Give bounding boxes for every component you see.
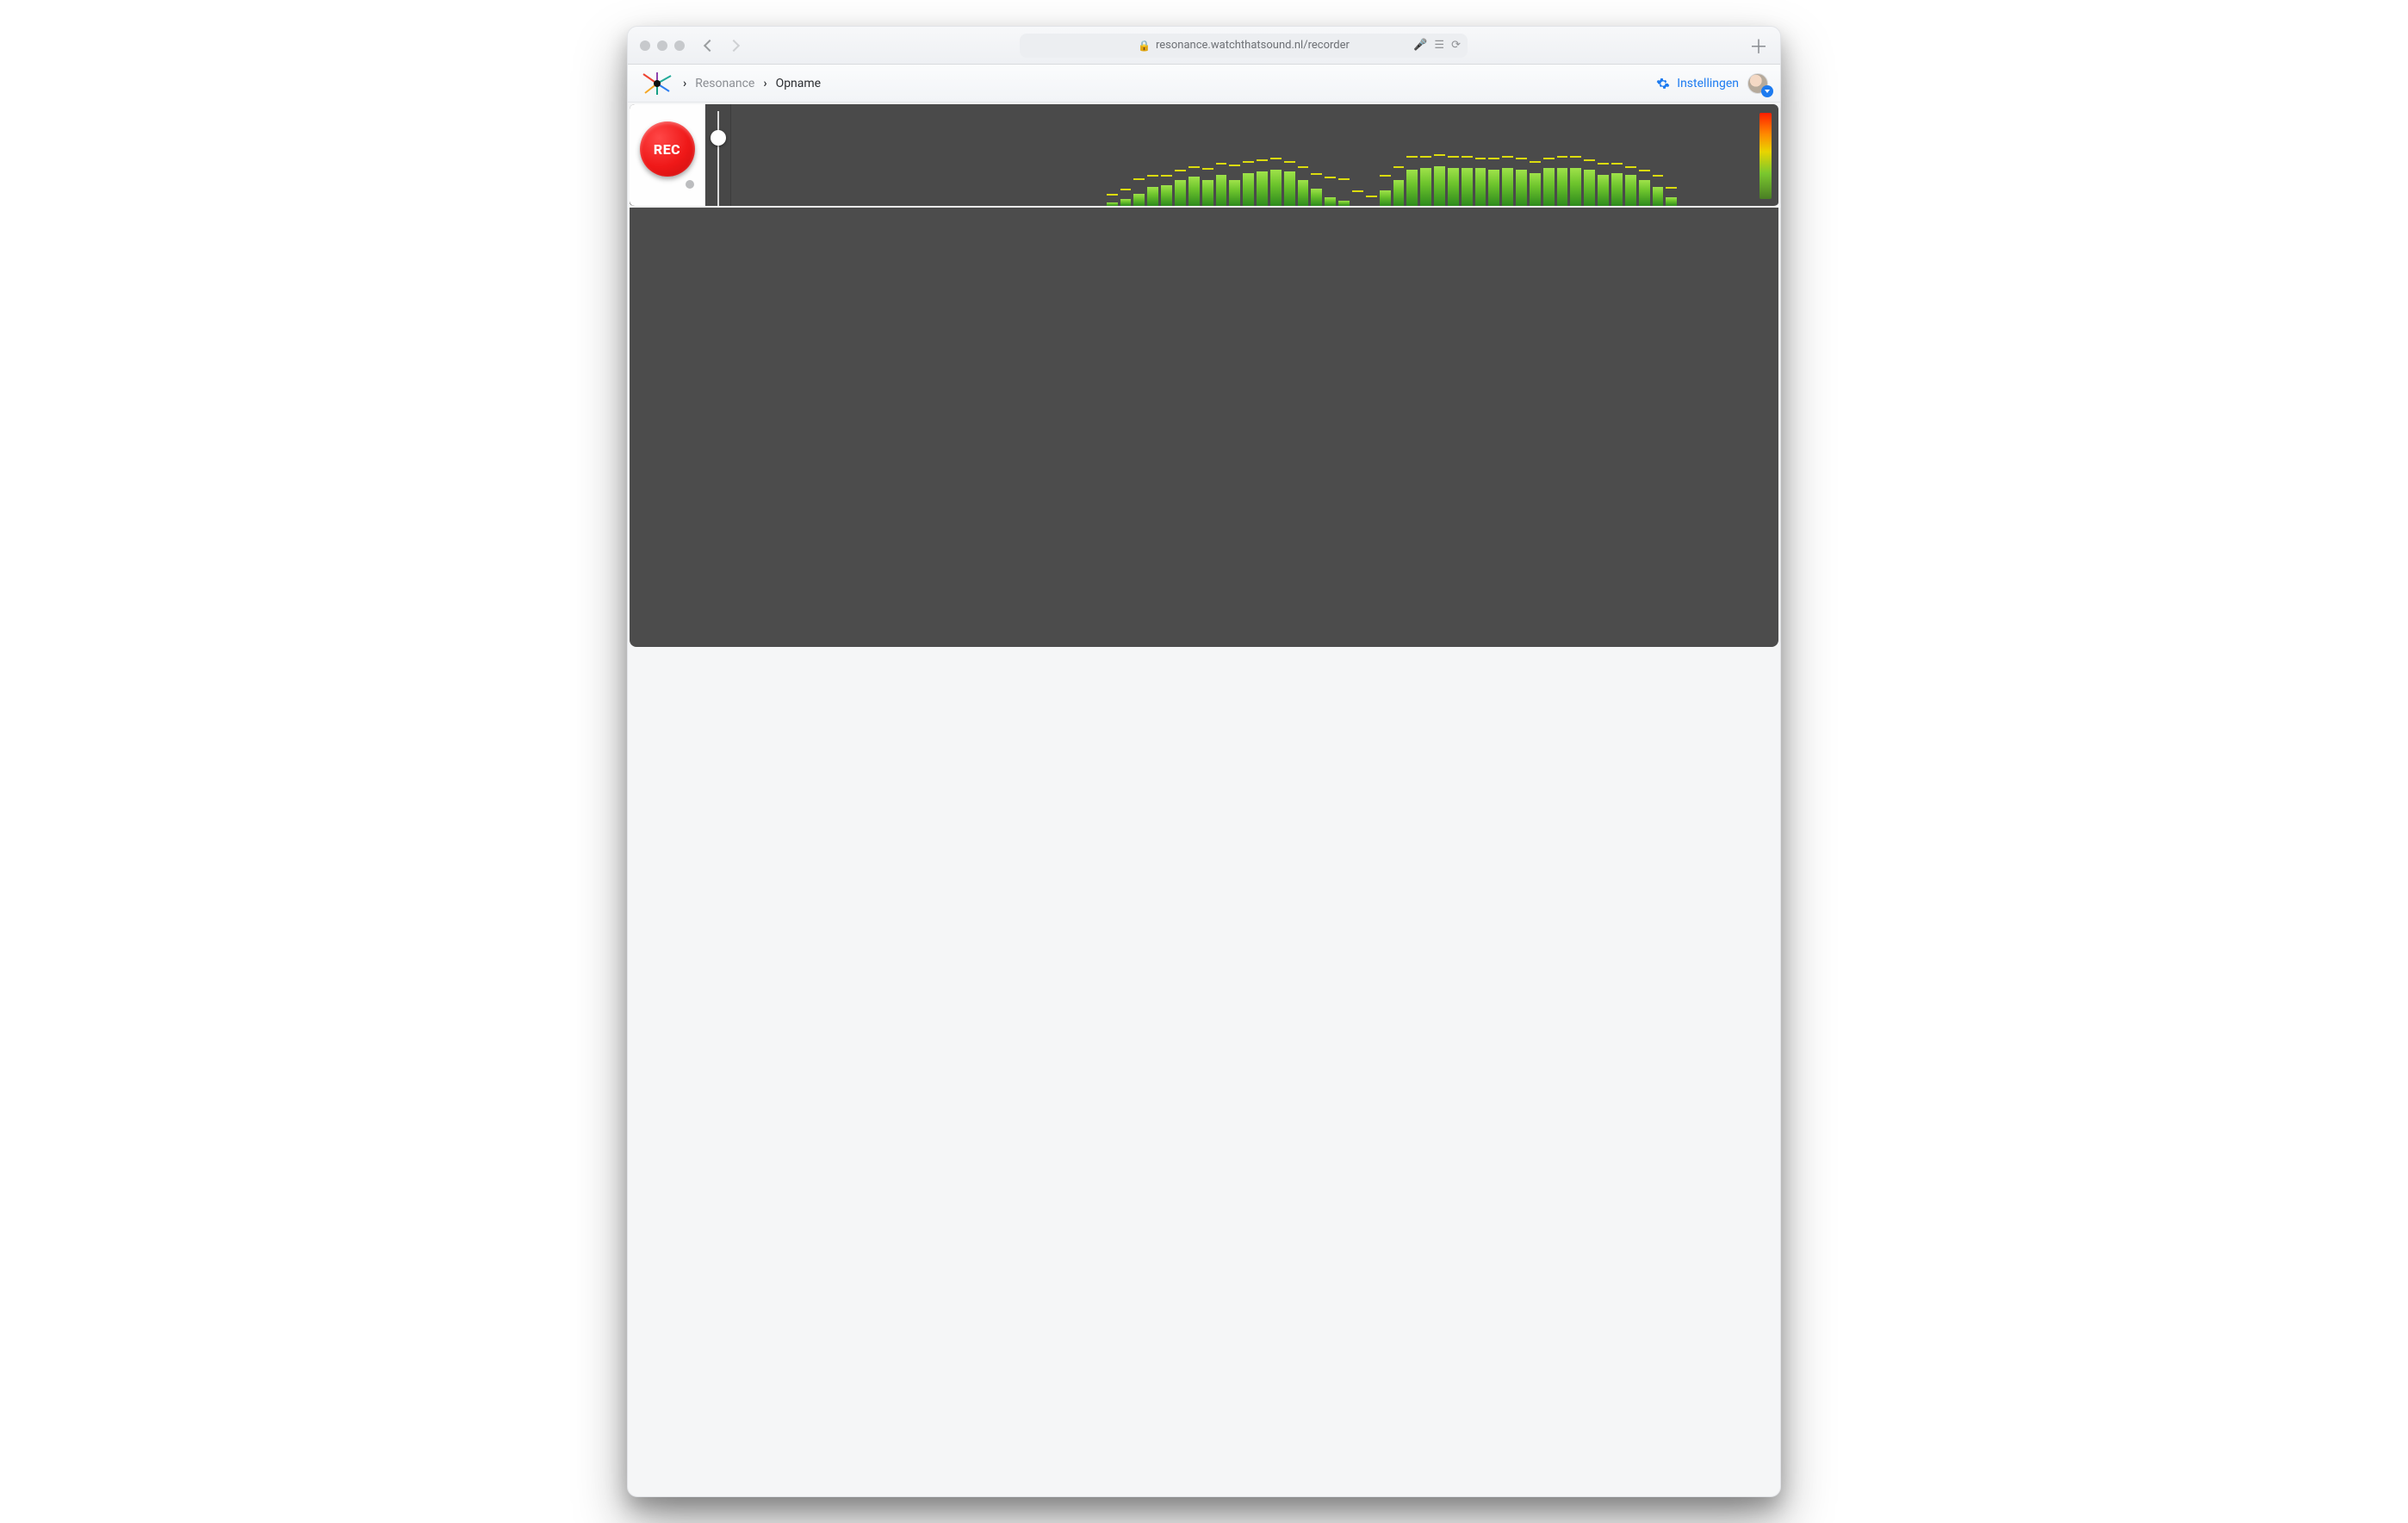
spectrum-bar (1625, 166, 1636, 206)
spectrum-bar (1393, 166, 1405, 206)
settings-label: Instellingen (1677, 77, 1739, 90)
spectrum-bar (1202, 168, 1213, 206)
slider-track (717, 111, 719, 206)
spectrum-bar (1516, 158, 1527, 206)
url-bar[interactable]: 🔒 resonance.watchthatsound.nl/recorder 🎤… (1020, 34, 1468, 58)
spectrum-bar (1639, 170, 1650, 206)
app-logo[interactable] (640, 71, 674, 96)
spectrum-bar (1570, 156, 1581, 206)
spectrum-bar (1380, 175, 1391, 206)
spectrum-bar (1584, 159, 1595, 206)
window-controls[interactable] (640, 40, 685, 51)
spectrum-bar (1448, 156, 1459, 206)
settings-link[interactable]: Instellingen (1656, 77, 1739, 90)
chevron-right-icon: › (763, 77, 766, 90)
close-window-icon[interactable] (640, 40, 650, 51)
spectrum-bar (1216, 163, 1227, 206)
spectrum-bar (1420, 156, 1431, 206)
user-menu[interactable] (1747, 73, 1768, 94)
spectrum-bar (1229, 165, 1240, 206)
spectrum-bar (1107, 194, 1118, 206)
spectrum-bar (1311, 173, 1322, 206)
spectrum-bar (1611, 163, 1623, 206)
nav-buttons (705, 41, 738, 50)
spectrum-bar (1298, 166, 1309, 206)
lock-icon: 🔒 (1138, 40, 1151, 52)
new-tab-button[interactable]: ＋ (1749, 32, 1768, 59)
spectrum-bar (1338, 178, 1350, 206)
spectrum-bar (1475, 158, 1486, 206)
gain-slider[interactable] (705, 104, 731, 206)
spectrum-analyzer (731, 104, 1753, 206)
spectrum-bar (1366, 196, 1377, 206)
spectrum-bar (1175, 170, 1186, 206)
gear-icon (1656, 77, 1670, 90)
spectrum-bar (1120, 189, 1132, 206)
app-header: › Resonance › Opname Instellingen (628, 65, 1780, 103)
level-meter-gradient (1759, 113, 1772, 199)
spectrum-bar (1557, 156, 1568, 206)
record-box: REC (630, 104, 705, 206)
refresh-icon[interactable]: ⟳ (1451, 39, 1461, 52)
spectrum-bar (1434, 154, 1445, 206)
breadcrumb-root[interactable]: Resonance (695, 77, 754, 90)
spectrum-bar (1188, 166, 1200, 206)
minimize-window-icon[interactable] (657, 40, 667, 51)
zoom-window-icon[interactable] (674, 40, 685, 51)
content-area (630, 208, 1778, 647)
spectrum-bar (1543, 158, 1555, 206)
spectrum-bar (1325, 177, 1336, 206)
browser-window: 🔒 resonance.watchthatsound.nl/recorder 🎤… (627, 26, 1781, 1497)
record-led (686, 180, 694, 189)
url-text: resonance.watchthatsound.nl/recorder (1156, 39, 1350, 52)
url-wrap: 🔒 resonance.watchthatsound.nl/recorder 🎤… (750, 34, 1737, 58)
spectrum-bar (1488, 158, 1499, 206)
spectrum-bar (1243, 161, 1254, 206)
spectrum-bar (1653, 175, 1664, 206)
spectrum-bar (1270, 158, 1282, 206)
spectrum-bar (1257, 159, 1268, 206)
record-button-label: REC (654, 141, 680, 158)
microphone-indicator-icon[interactable]: 🎤 (1413, 39, 1427, 52)
spectrum-bar (1147, 175, 1158, 206)
recorder-panel: REC (630, 104, 1778, 208)
spectrum-bar (1530, 161, 1541, 206)
spectrum-bar (1462, 156, 1473, 206)
spectrum-bar (1598, 163, 1609, 206)
chevron-right-icon: › (683, 77, 686, 90)
breadcrumb-current: Opname (776, 77, 822, 90)
spectrum-bar (1161, 175, 1172, 206)
record-button[interactable]: REC (640, 121, 695, 177)
spectrum-bar (1133, 178, 1145, 206)
chevron-down-icon (1761, 85, 1773, 97)
reader-icon[interactable]: ☰ (1434, 39, 1444, 52)
spectrum-bar (1666, 187, 1677, 206)
spectrum-bar (1284, 161, 1295, 206)
slider-thumb[interactable] (711, 130, 726, 146)
spectrum-bar (1352, 190, 1363, 206)
forward-button[interactable] (728, 39, 740, 51)
level-meter (1753, 104, 1778, 206)
spectrum-bar (1502, 156, 1513, 206)
browser-titlebar: 🔒 resonance.watchthatsound.nl/recorder 🎤… (628, 27, 1780, 65)
back-button[interactable] (704, 39, 716, 51)
spectrum-bar (1406, 156, 1418, 206)
